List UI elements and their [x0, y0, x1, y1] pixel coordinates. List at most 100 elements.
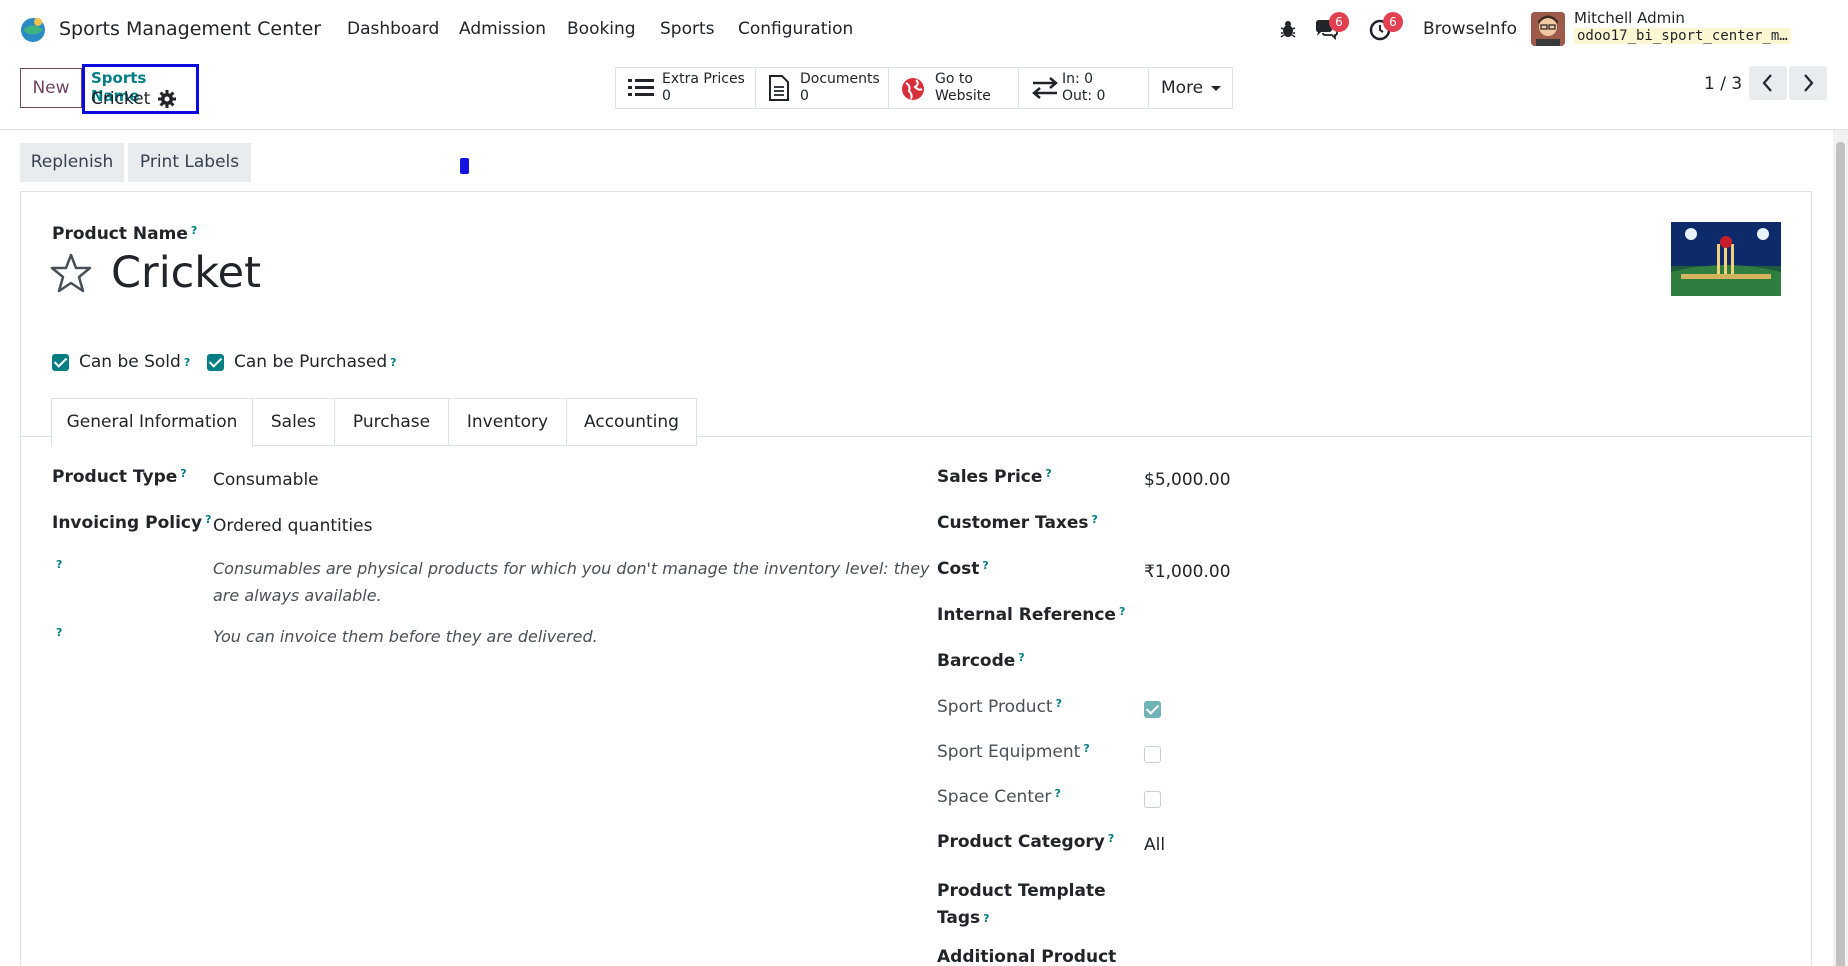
can-be-sold-label: Can be Sold: [79, 352, 181, 372]
company-switcher[interactable]: BrowseInfo: [1423, 19, 1517, 39]
documents-label: Documents: [800, 71, 880, 87]
gear-icon[interactable]: [157, 89, 177, 109]
help-tooltip[interactable]: ?: [56, 626, 62, 639]
help-tooltip[interactable]: ?: [1056, 697, 1062, 710]
product-type-help: Consumables are physical products for wh…: [213, 555, 930, 609]
database-name: odoo17_bi_sport_center_m…: [1574, 28, 1791, 44]
sport-product-label: Sport Product?: [937, 697, 1062, 717]
out-count: Out: 0: [1062, 88, 1106, 104]
invoicing-policy-help: You can invoice them before they are del…: [213, 627, 598, 646]
pager-value[interactable]: 1 / 3: [1704, 74, 1742, 94]
tab-sales[interactable]: Sales: [252, 398, 335, 446]
product-image[interactable]: [1671, 222, 1781, 296]
in-out-button[interactable]: In: 0 Out: 0: [1018, 67, 1149, 109]
help-tooltip[interactable]: ?: [205, 513, 211, 526]
caret-down-icon: [1211, 86, 1221, 91]
product-type-label: Product Type?: [52, 467, 187, 487]
invoicing-policy-label-text: Invoicing Policy: [52, 513, 203, 533]
help-tooltip[interactable]: ?: [184, 356, 190, 369]
help-tooltip[interactable]: ?: [56, 558, 62, 571]
help-tooltip[interactable]: ?: [983, 912, 989, 925]
help-tooltip[interactable]: ?: [1054, 787, 1060, 800]
menu-configuration[interactable]: Configuration: [738, 19, 853, 39]
star-icon[interactable]: [50, 252, 92, 294]
tags-label-line-2: Tags: [937, 908, 981, 928]
pager-next-button[interactable]: [1789, 66, 1827, 100]
can-be-purchased-checkbox[interactable]: [207, 353, 224, 371]
product-type-help-line-2: are always available.: [213, 586, 382, 605]
tab-accounting[interactable]: Accounting: [566, 398, 697, 446]
help-tooltip[interactable]: ?: [1108, 832, 1114, 845]
internal-reference-label-text: Internal Reference: [937, 605, 1116, 625]
new-button[interactable]: New: [20, 68, 82, 108]
product-category-label: Product Category?: [937, 832, 1114, 852]
chevron-right-icon: [1804, 74, 1814, 92]
product-category-select[interactable]: All: [1144, 835, 1165, 855]
space-center-checkbox[interactable]: [1144, 791, 1161, 808]
sales-price-input[interactable]: $5,000.00: [1144, 470, 1231, 490]
menu-booking[interactable]: Booking: [567, 19, 636, 39]
app-title[interactable]: Sports Management Center: [59, 18, 321, 40]
menu-sports[interactable]: Sports: [660, 19, 715, 39]
can-be-sold-field[interactable]: Can be Sold?: [52, 352, 190, 372]
cost-input[interactable]: ₹1,000.00: [1144, 562, 1231, 582]
help-tooltip[interactable]: ?: [390, 356, 396, 369]
sport-equipment-label-text: Sport Equipment: [937, 742, 1081, 762]
cost-label-text: Cost: [937, 559, 980, 579]
transfer-icon: [1032, 77, 1058, 99]
breadcrumb: Sports Name Cricket: [82, 64, 199, 114]
product-type-select[interactable]: Consumable: [213, 470, 319, 490]
scrollbar-thumb[interactable]: [1836, 142, 1845, 966]
tab-inventory[interactable]: Inventory: [448, 398, 567, 446]
help-tooltip[interactable]: ?: [1083, 742, 1089, 755]
invoicing-policy-label: Invoicing Policy?: [52, 513, 211, 533]
product-name-input[interactable]: Cricket: [111, 248, 261, 298]
internal-reference-label: Internal Reference?: [937, 605, 1125, 625]
pager-previous-button[interactable]: [1749, 66, 1787, 100]
breadcrumb-current: Cricket: [91, 89, 151, 109]
extra-prices-label: Extra Prices: [662, 71, 745, 87]
website-label: Website: [935, 88, 991, 104]
print-labels-button[interactable]: Print Labels: [128, 143, 251, 182]
control-panel: New Sports Name Cricket Extra Prices 0 D…: [0, 58, 1848, 130]
text-cursor: [460, 158, 469, 174]
avatar[interactable]: [1531, 12, 1565, 46]
form-sheet: Product Name? Cricket Can be Sold? Can b…: [20, 191, 1812, 966]
product-name-label: Product Name?: [52, 224, 197, 244]
activities-badge: 6: [1383, 12, 1403, 32]
can-be-purchased-field[interactable]: Can be Purchased?: [207, 352, 397, 372]
sport-product-checkbox[interactable]: [1144, 701, 1161, 718]
top-navbar: Sports Management Center Dashboard Admis…: [0, 0, 1848, 58]
tab-general-information[interactable]: General Information: [51, 398, 253, 447]
messages-badge: 6: [1329, 12, 1349, 32]
invoicing-policy-select[interactable]: Ordered quantities: [213, 516, 372, 536]
extra-prices-count: 0: [662, 88, 671, 104]
replenish-button[interactable]: Replenish: [20, 143, 124, 182]
help-tooltip[interactable]: ?: [1119, 605, 1125, 618]
documents-button[interactable]: Documents 0: [755, 67, 889, 109]
sales-price-label-text: Sales Price: [937, 467, 1043, 487]
product-name-label-text: Product Name: [52, 224, 188, 244]
page-scrollbar[interactable]: [1833, 130, 1848, 966]
sport-equipment-checkbox[interactable]: [1144, 746, 1161, 763]
help-tooltip[interactable]: ?: [1045, 467, 1051, 480]
can-be-sold-checkbox[interactable]: [52, 353, 69, 371]
menu-dashboard[interactable]: Dashboard: [347, 19, 439, 39]
help-tooltip[interactable]: ?: [191, 224, 197, 237]
extra-prices-button[interactable]: Extra Prices 0: [615, 67, 756, 109]
help-tooltip[interactable]: ?: [180, 467, 186, 480]
tags-label-line-1: Product Template: [937, 881, 1106, 901]
bug-icon[interactable]: [1275, 16, 1301, 42]
documents-count: 0: [800, 88, 809, 104]
menu-admission[interactable]: Admission: [459, 19, 546, 39]
user-name[interactable]: Mitchell Admin: [1574, 9, 1685, 27]
help-tooltip[interactable]: ?: [1018, 651, 1024, 664]
app-logo-icon[interactable]: [19, 15, 47, 43]
help-tooltip[interactable]: ?: [982, 559, 988, 572]
space-center-label: Space Center?: [937, 787, 1061, 807]
more-dropdown[interactable]: More: [1148, 67, 1233, 109]
sport-equipment-label: Sport Equipment?: [937, 742, 1090, 762]
help-tooltip[interactable]: ?: [1092, 513, 1098, 526]
go-to-website-button[interactable]: Go to Website: [888, 67, 1019, 109]
tab-purchase[interactable]: Purchase: [334, 398, 449, 446]
